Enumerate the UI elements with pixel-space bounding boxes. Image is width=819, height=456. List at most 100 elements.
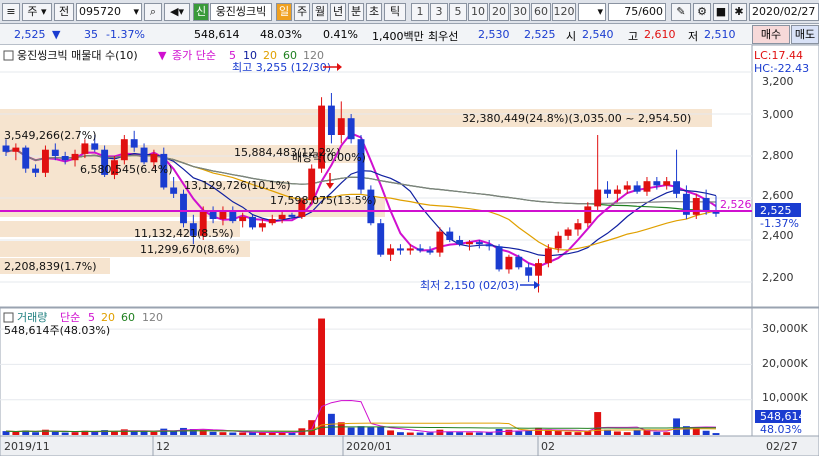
buy-button[interactable]: 매수 — [752, 25, 790, 44]
date-input[interactable]: 2020/02/27 — [749, 3, 819, 21]
volume-panel[interactable] — [0, 307, 753, 437]
candle-body — [702, 198, 710, 211]
panel-checkbox[interactable] — [3, 50, 14, 61]
profile-label: 6,580,545(6.4%) — [80, 163, 173, 176]
candle-body — [120, 139, 128, 161]
data-count-field[interactable]: 75/600 — [608, 3, 666, 21]
tab-year[interactable]: 년 — [330, 3, 346, 21]
candle-body — [22, 147, 30, 169]
interval-1[interactable]: 1 — [411, 3, 429, 21]
interval-30[interactable]: 30 — [510, 3, 530, 21]
market-select[interactable]: 주 ▾ — [22, 3, 52, 21]
candle-body — [564, 229, 572, 236]
volume-bar — [180, 427, 187, 435]
candle-body — [544, 248, 552, 264]
tab-month[interactable]: 월 — [312, 3, 328, 21]
volume: 548,614 — [194, 28, 240, 41]
price-panel-title: 웅진씽크빅 매물대 수(10) — [17, 49, 138, 62]
candle-body — [446, 231, 454, 240]
settings-icon[interactable]: ✱ — [731, 3, 747, 21]
date-axis — [0, 435, 819, 456]
volume-ma-20: 20 — [101, 311, 115, 324]
interval-120[interactable]: 120 — [552, 3, 576, 21]
volume-bar — [111, 431, 118, 435]
ask-price: 2,530 — [478, 28, 510, 41]
candle-body — [229, 210, 237, 222]
stock-name-field: 웅진씽크빅 — [210, 3, 272, 21]
tab-second[interactable]: 초 — [366, 3, 382, 21]
last-price-change: -1.37% — [760, 217, 799, 230]
volume-bar — [535, 427, 542, 435]
candle-body — [673, 181, 681, 194]
candle-body — [574, 223, 582, 230]
speaker-icon[interactable]: ◀▾ — [164, 3, 190, 21]
candle-body — [130, 139, 138, 148]
last-volume-value: 548,614 — [760, 410, 806, 423]
candle-body — [623, 185, 631, 190]
volume-bar — [564, 431, 572, 435]
volume-bar — [239, 432, 247, 435]
interval-5[interactable]: 5 — [449, 3, 467, 21]
volume-value-label: 548,614주(48.03%) — [4, 324, 110, 337]
volume-bar — [12, 431, 20, 435]
tab-week[interactable]: 주 — [294, 3, 310, 21]
candle-body — [584, 206, 592, 224]
volume-bar — [574, 432, 582, 435]
data-count-total: /600 — [638, 5, 663, 18]
volume-bar — [515, 431, 523, 435]
volume-bar — [91, 431, 99, 435]
y-tick: 2,800 — [762, 149, 794, 162]
candle-body — [91, 143, 99, 150]
volume-bar — [416, 432, 424, 435]
candle-body — [692, 198, 700, 215]
stock-chart[interactable]: 32,380,449(24.8%)(3,035.00 ~ 2,954.50) 3… — [0, 45, 819, 456]
interval-10[interactable]: 10 — [468, 3, 488, 21]
config-icon[interactable]: ⚙ — [693, 3, 711, 21]
interval-60[interactable]: 60 — [531, 3, 551, 21]
interval-20[interactable]: 20 — [489, 3, 509, 21]
sell-button[interactable]: 매도 — [791, 25, 819, 44]
period-button[interactable]: 전 — [54, 3, 74, 21]
interval-3[interactable]: 3 — [430, 3, 448, 21]
volume-bar — [613, 431, 621, 435]
candle-body — [554, 235, 562, 249]
tools-icon[interactable]: ✎ — [671, 3, 691, 21]
candle-body — [357, 139, 365, 190]
x-tick: 2019/11 — [4, 440, 50, 453]
volume-bar — [288, 432, 296, 435]
volume-bar — [318, 318, 326, 435]
save-icon[interactable]: ■ — [713, 3, 729, 21]
market-label: 주 — [27, 5, 38, 18]
candle-body — [81, 143, 89, 154]
volume-bar — [347, 427, 355, 435]
best-bid-label: 최우선 — [428, 30, 459, 43]
volume-bar — [377, 426, 385, 435]
tab-minute[interactable]: 분 — [348, 3, 364, 21]
stock-code-input[interactable]: 095720 ▾ — [76, 3, 142, 21]
trade-value: 1,400백만 — [372, 30, 424, 43]
candle-body — [633, 185, 641, 192]
candle-body — [604, 189, 611, 194]
candle-body — [663, 181, 671, 186]
high-price: 2,610 — [644, 28, 676, 41]
lines-icon[interactable]: ≡ — [2, 3, 20, 21]
search-icon[interactable]: ⌕ — [144, 3, 162, 21]
current-price: 2,525 — [14, 28, 46, 41]
volume-bar — [219, 432, 227, 435]
candle-body — [406, 248, 414, 251]
tab-day[interactable]: 일 — [276, 3, 292, 21]
candle-body — [426, 250, 434, 253]
volume-y-tick: 20,000K — [762, 357, 808, 370]
y-tick: 3,200 — [762, 75, 794, 88]
profile-label: 13,129,726(10.1%) — [184, 179, 291, 192]
profile-label: 3,549,266(2.7%) — [4, 129, 97, 142]
volume-checkbox[interactable] — [3, 312, 14, 323]
tab-tick[interactable]: 틱 — [384, 3, 406, 21]
profile-label: 32,380,449(24.8%)(3,035.00 ~ 2,954.50) — [462, 112, 691, 125]
new-button[interactable]: 신 — [193, 3, 209, 21]
candle-body — [416, 248, 424, 251]
data-count: 75 — [624, 5, 639, 18]
custom-interval-input[interactable]: ▾ — [578, 3, 606, 21]
candle-body — [396, 248, 404, 251]
high-annotation: 최고 3,255 (12/30) — [232, 61, 331, 74]
